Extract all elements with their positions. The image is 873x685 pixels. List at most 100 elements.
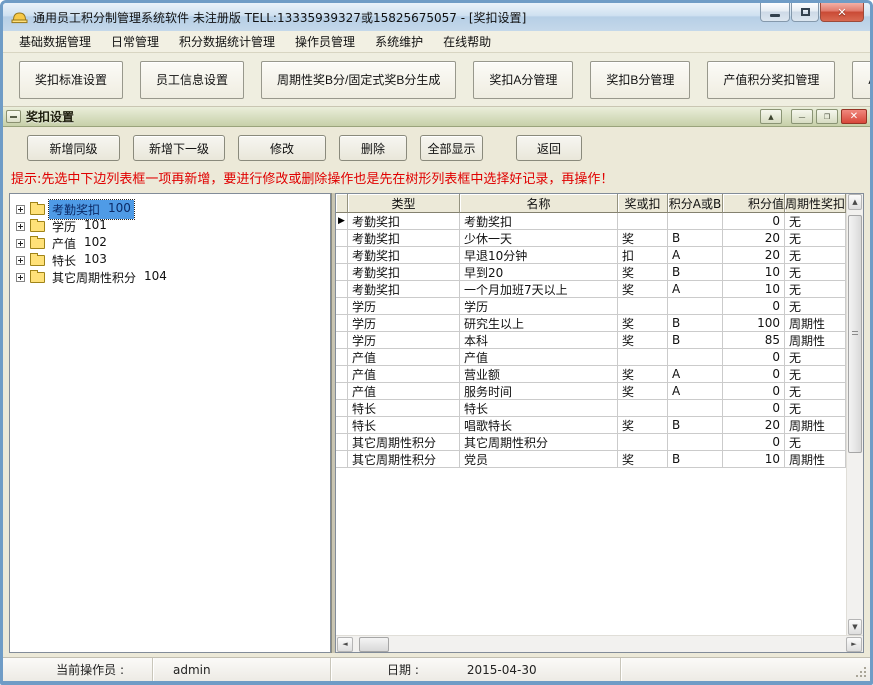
table-row[interactable]: 考勤奖扣早到20奖B10无	[336, 264, 846, 281]
menu-item-base-data[interactable]: 基础数据管理	[9, 30, 101, 53]
tree-item[interactable]: 产值102	[10, 235, 330, 252]
table-row[interactable]: 特长特长0无	[336, 400, 846, 417]
toolbar-button-employee-info[interactable]: 员工信息设置	[140, 61, 244, 99]
row-indicator-cell	[336, 230, 348, 246]
thumb-grip-icon	[852, 331, 858, 337]
operator-label: 当前操作员 :	[56, 661, 124, 678]
table-cell	[668, 349, 723, 365]
scroll-up-button[interactable]: ▲	[848, 194, 862, 210]
menu-item-daily[interactable]: 日常管理	[101, 30, 169, 53]
table-cell: 产值	[348, 366, 460, 382]
table-row[interactable]: 学历本科奖B85周期性	[336, 332, 846, 349]
tree-expand-icon[interactable]	[16, 205, 25, 214]
table-row[interactable]: 考勤奖扣早退10分钟扣A20无	[336, 247, 846, 264]
scroll-left-button[interactable]: ◄	[337, 637, 353, 652]
table-cell: 产值	[348, 383, 460, 399]
vertical-scrollbar[interactable]: ▲ ▼	[846, 194, 863, 635]
scroll-down-button[interactable]: ▼	[848, 619, 862, 635]
table-cell: 20	[723, 417, 785, 433]
mdi-window-title: 奖扣设置	[26, 108, 757, 125]
table-cell: 奖	[618, 366, 668, 382]
table-row[interactable]: 产值服务时间奖A0无	[336, 383, 846, 400]
header-points-value[interactable]: 积分值	[723, 194, 785, 213]
tree-item[interactable]: 特长103	[10, 252, 330, 269]
tree-expand-icon[interactable]	[16, 222, 25, 231]
toolbar-button-a-query-stats[interactable]: A分查询统计	[852, 61, 873, 99]
horizontal-scroll-track[interactable]	[354, 637, 845, 652]
header-periodic[interactable]: 周期性奖扣	[785, 194, 846, 213]
header-type[interactable]: 类型	[348, 194, 460, 213]
tree-item[interactable]: 学历101	[10, 218, 330, 235]
header-points-a-or-b[interactable]: 积分A或B	[668, 194, 723, 213]
tree-item[interactable]: 考勤奖扣100	[10, 201, 330, 218]
mdi-maximize-button[interactable]: ❒	[816, 109, 838, 124]
scroll-right-button[interactable]: ►	[846, 637, 862, 652]
table-cell: 无	[785, 366, 846, 382]
table-row[interactable]: 学历研究生以上奖B100周期性	[336, 315, 846, 332]
toolbar-button-periodic-b-generate[interactable]: 周期性奖B分/固定式奖B分生成	[261, 61, 456, 99]
table-row[interactable]: ▶考勤奖扣考勤奖扣0无	[336, 213, 846, 230]
table-cell: 唱歌特长	[460, 417, 618, 433]
tree-expand-icon[interactable]	[16, 273, 25, 282]
table-row[interactable]: 产值营业额奖A0无	[336, 366, 846, 383]
add-sibling-button[interactable]: 新增同级	[27, 135, 120, 161]
mdi-close-button[interactable]: ✕	[841, 109, 867, 124]
table-cell: 其它周期性积分	[348, 451, 460, 467]
tree-item-label[interactable]: 其它周期性积分104	[49, 268, 170, 287]
table-cell: 特长	[348, 417, 460, 433]
row-indicator-cell	[336, 332, 348, 348]
table-cell: 无	[785, 298, 846, 314]
header-name[interactable]: 名称	[460, 194, 618, 213]
row-indicator-cell	[336, 298, 348, 314]
tree-item[interactable]: 其它周期性积分104	[10, 269, 330, 286]
category-tree[interactable]: 考勤奖扣100学历101产值102特长103其它周期性积分104	[9, 193, 331, 653]
horizontal-scroll-thumb[interactable]	[359, 637, 389, 652]
return-button[interactable]: 返回	[516, 135, 582, 161]
toolbar-button-reward-standard[interactable]: 奖扣标准设置	[19, 61, 123, 99]
table-row[interactable]: 考勤奖扣少休一天奖B20无	[336, 230, 846, 247]
table-row[interactable]: 其它周期性积分其它周期性积分0无	[336, 434, 846, 451]
toolbar-button-output-points-manage[interactable]: 产值积分奖扣管理	[707, 61, 835, 99]
table-cell: B	[668, 230, 723, 246]
add-child-button[interactable]: 新增下一级	[133, 135, 225, 161]
table-cell: 周期性	[785, 315, 846, 331]
resize-grip-icon[interactable]	[856, 667, 867, 678]
table-cell: 奖	[618, 281, 668, 297]
toolbar: 奖扣标准设置 员工信息设置 周期性奖B分/固定式奖B分生成 奖扣A分管理 奖扣B…	[3, 53, 870, 107]
table-row[interactable]: 产值产值0无	[336, 349, 846, 366]
vertical-scroll-thumb[interactable]	[848, 215, 862, 453]
table-cell: 产值	[348, 349, 460, 365]
row-indicator-cell	[336, 349, 348, 365]
tree-expand-icon[interactable]	[16, 256, 25, 265]
grid-rows: ▶考勤奖扣考勤奖扣0无考勤奖扣少休一天奖B20无考勤奖扣早退10分钟扣A20无考…	[336, 213, 846, 635]
table-row[interactable]: 学历学历0无	[336, 298, 846, 315]
delete-button[interactable]: 删除	[339, 135, 407, 161]
window-close-button[interactable]: ✕	[820, 3, 864, 22]
table-row[interactable]: 考勤奖扣一个月加班7天以上奖A10无	[336, 281, 846, 298]
vertical-scroll-track[interactable]	[848, 210, 862, 619]
folder-icon	[30, 255, 45, 266]
row-indicator-cell	[336, 247, 348, 263]
window-minimize-button[interactable]	[760, 3, 790, 22]
menu-item-maintenance[interactable]: 系统维护	[365, 30, 433, 53]
menu-item-help[interactable]: 在线帮助	[433, 30, 501, 53]
show-all-button[interactable]: 全部显示	[420, 135, 483, 161]
mdi-minimize-button[interactable]: —	[791, 109, 813, 124]
toolbar-button-reward-b-manage[interactable]: 奖扣B分管理	[590, 61, 690, 99]
toolbar-button-reward-a-manage[interactable]: 奖扣A分管理	[473, 61, 573, 99]
horizontal-scrollbar[interactable]: ◄ ►	[336, 635, 863, 652]
table-row[interactable]: 其它周期性积分党员奖B10周期性	[336, 451, 846, 468]
mdi-system-icon[interactable]	[6, 110, 21, 123]
table-cell: A	[668, 383, 723, 399]
date-label: 日期 :	[387, 661, 419, 678]
tree-expand-icon[interactable]	[16, 239, 25, 248]
window-maximize-button[interactable]	[791, 3, 819, 22]
header-reward-or-deduct[interactable]: 奖或扣	[618, 194, 668, 213]
table-row[interactable]: 特长唱歌特长奖B20周期性	[336, 417, 846, 434]
table-cell: 特长	[348, 400, 460, 416]
menu-item-statistics[interactable]: 积分数据统计管理	[169, 30, 285, 53]
menu-item-operator[interactable]: 操作员管理	[285, 30, 365, 53]
table-cell: 周期性	[785, 451, 846, 467]
modify-button[interactable]: 修改	[238, 135, 326, 161]
mdi-rollup-button[interactable]: ▲	[760, 109, 782, 124]
